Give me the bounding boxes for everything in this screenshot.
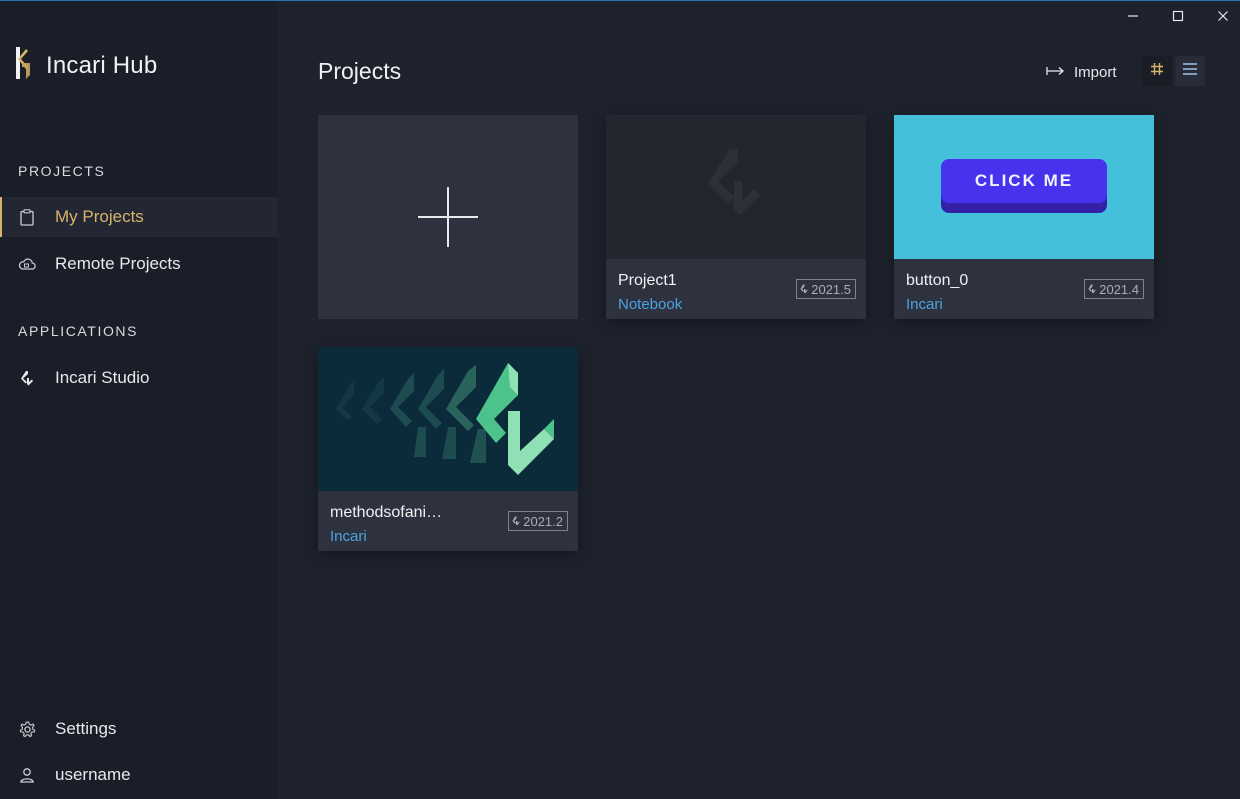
sidebar-item-label: My Projects [55, 207, 144, 226]
project-type-link[interactable]: Incari [906, 296, 943, 313]
section-label-projects: PROJECTS [18, 163, 106, 179]
sidebar-item-label: Incari Studio [55, 368, 150, 387]
list-view-button[interactable] [1175, 56, 1205, 86]
incari-watermark-icon [706, 147, 766, 234]
version-badge: 2021.4 [1084, 279, 1144, 299]
clipboard-icon [18, 208, 36, 226]
grid-view-button[interactable] [1142, 56, 1172, 86]
minimize-icon [1127, 9, 1139, 27]
project-card-project1[interactable]: Project1 Notebook 2021.5 [606, 115, 866, 319]
brand: Incari Hub [12, 45, 157, 86]
project-card-button-0[interactable]: CLICK ME button_0 Incari 2021.4 [894, 115, 1154, 319]
click-me-label: CLICK ME [941, 159, 1107, 203]
sidebar-item-incari-studio[interactable]: Incari Studio [0, 358, 277, 398]
sidebar-item-label: username [55, 765, 131, 784]
project-thumbnail [318, 347, 578, 491]
sidebar-item-my-projects[interactable]: My Projects [0, 197, 277, 237]
page-title: Projects [318, 58, 402, 84]
maximize-button[interactable] [1155, 5, 1201, 31]
import-button[interactable]: Import [1046, 60, 1117, 84]
version-label: 2021.5 [811, 281, 851, 297]
close-button[interactable] [1200, 5, 1240, 31]
sidebar-item-label: Settings [55, 719, 117, 738]
version-badge: 2021.5 [796, 279, 856, 299]
user-icon [18, 766, 36, 784]
section-label-applications: APPLICATIONS [18, 323, 139, 339]
project-thumbnail [606, 115, 866, 259]
minimize-button[interactable] [1110, 5, 1156, 31]
app-title: Incari Hub [46, 51, 158, 79]
incari-version-icon [800, 282, 808, 297]
project-thumbnail: CLICK ME [894, 115, 1154, 259]
incari-version-icon [512, 514, 520, 529]
import-label: Import [1074, 63, 1117, 81]
list-view-icon [1182, 62, 1198, 81]
sidebar-item-label: Remote Projects [55, 254, 181, 273]
import-arrow-icon [1046, 64, 1066, 81]
incari-logo-icon [18, 369, 36, 387]
project-type-link[interactable]: Notebook [618, 296, 682, 313]
animated-logo-graphic [336, 363, 554, 475]
project-meta: methodsofani… Incari 2021.2 [318, 491, 578, 551]
version-label: 2021.4 [1099, 281, 1139, 297]
project-meta: button_0 Incari 2021.4 [894, 259, 1154, 319]
gear-icon [18, 720, 36, 738]
new-project-card[interactable] [318, 115, 578, 319]
maximize-icon [1172, 9, 1184, 27]
click-me-preview: CLICK ME [941, 159, 1107, 213]
project-card-methodsofanimation[interactable]: methodsofani… Incari 2021.2 [318, 347, 578, 551]
project-name: methodsofani… [330, 504, 443, 521]
close-icon [1217, 9, 1229, 27]
project-meta: Project1 Notebook 2021.5 [606, 259, 866, 319]
cloud-icon [18, 255, 36, 273]
sidebar: Incari Hub PROJECTS My Projects Remote P… [0, 1, 277, 799]
version-label: 2021.2 [523, 513, 563, 529]
project-type-link[interactable]: Incari [330, 528, 367, 545]
incari-version-icon [1088, 282, 1096, 297]
incari-logo-icon [12, 45, 32, 86]
sidebar-item-remote-projects[interactable]: Remote Projects [0, 244, 277, 284]
version-badge: 2021.2 [508, 511, 568, 531]
grid-view-icon [1150, 62, 1164, 81]
project-name: button_0 [906, 272, 969, 289]
sidebar-item-settings[interactable]: Settings [0, 709, 277, 749]
sidebar-item-user[interactable]: username [0, 755, 277, 795]
plus-icon-vertical [447, 187, 449, 247]
project-name: Project1 [618, 272, 677, 289]
